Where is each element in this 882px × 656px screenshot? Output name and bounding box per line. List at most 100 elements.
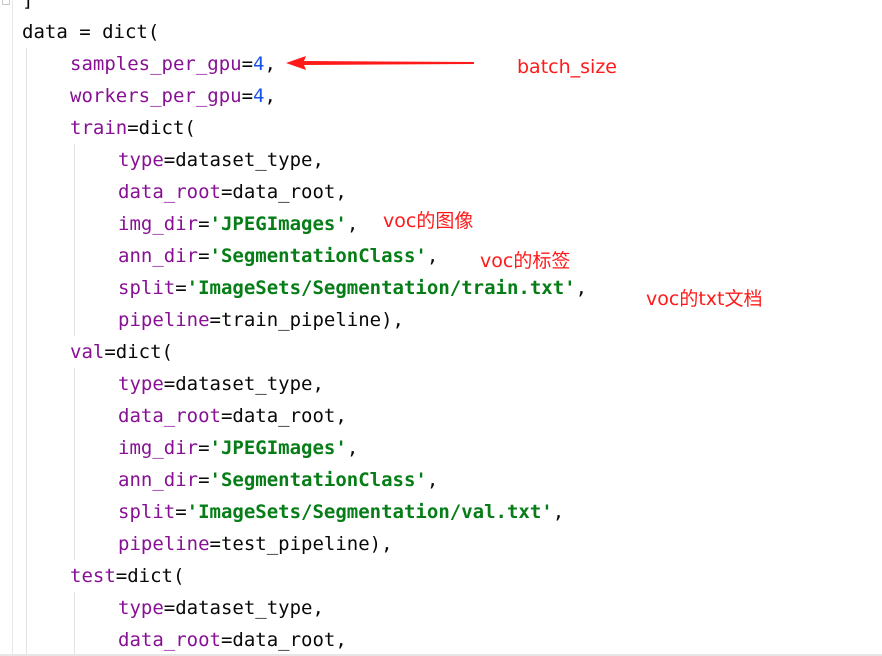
indent-guide — [26, 304, 27, 336]
code-token: data_root — [118, 181, 221, 203]
code-token: =dataset_type, — [163, 373, 324, 395]
code-line[interactable]: workers_per_gpu=4, — [70, 80, 276, 112]
code-token: , — [552, 501, 565, 523]
code-token: pipeline — [118, 309, 210, 331]
code-line[interactable]: data = dict( — [22, 16, 159, 48]
indent-guide — [26, 592, 27, 624]
indent-guide — [26, 272, 27, 304]
annotation-split: voc的txt文档 — [646, 288, 763, 310]
indent-guide — [74, 368, 75, 400]
code-line[interactable]: split='ImageSets/Segmentation/train.txt'… — [118, 272, 587, 304]
code-token: =dict( — [115, 565, 185, 587]
code-line[interactable]: ] — [22, 0, 33, 16]
indent-guide — [74, 208, 75, 240]
indent-guide — [74, 176, 75, 208]
code-token: =test_pipeline), — [209, 533, 393, 555]
code-line[interactable]: pipeline=train_pipeline), — [118, 304, 404, 336]
code-line[interactable]: data_root=data_root, — [118, 176, 347, 208]
code-token: 'ImageSets/Segmentation/val.txt' — [186, 501, 553, 523]
code-token: workers_per_gpu — [70, 85, 242, 107]
code-token: ] — [22, 0, 34, 11]
code-line[interactable]: type=dataset_type, — [118, 592, 324, 624]
code-token: type — [118, 373, 164, 395]
indent-guide — [26, 208, 27, 240]
code-token: , — [575, 277, 588, 299]
code-token: pipeline — [118, 533, 210, 555]
code-token: train — [70, 117, 128, 139]
code-token: =data_root, — [220, 629, 347, 651]
indent-guide — [74, 528, 75, 560]
code-line[interactable]: img_dir='JPEGImages', — [118, 208, 358, 240]
indent-guide — [26, 560, 27, 592]
code-token: 'SegmentationClass' — [209, 469, 427, 491]
indent-guide — [26, 528, 27, 560]
code-token: = — [175, 277, 187, 299]
code-token: = — [241, 53, 254, 75]
code-token: type — [118, 597, 164, 619]
code-token: , — [426, 245, 439, 267]
indent-guide — [26, 496, 27, 528]
code-token: split — [118, 501, 176, 523]
indent-guide — [26, 464, 27, 496]
code-token: data = dict( — [22, 21, 160, 43]
code-token: =dict( — [104, 341, 173, 363]
indent-guide — [74, 592, 75, 624]
code-token: = — [241, 85, 254, 107]
code-line[interactable]: samples_per_gpu=4, — [70, 48, 276, 80]
code-token: test — [70, 565, 116, 587]
code-token: samples_per_gpu — [70, 53, 242, 75]
code-token: 'JPEGImages' — [209, 437, 347, 459]
editor-gutter — [0, 0, 13, 656]
code-token: ann_dir — [118, 245, 199, 267]
code-token: data_root — [118, 405, 221, 427]
code-line[interactable]: type=dataset_type, — [118, 144, 324, 176]
code-line[interactable]: ann_dir='SegmentationClass', — [118, 240, 438, 272]
code-token: =dict( — [127, 117, 196, 139]
fold-marker-icon[interactable] — [2, 0, 10, 5]
code-token: 'JPEGImages' — [209, 213, 347, 235]
code-token: ann_dir — [118, 469, 199, 491]
code-token: =data_root, — [220, 181, 347, 203]
indent-guide — [26, 336, 27, 368]
indent-guide — [26, 240, 27, 272]
code-token: , — [264, 85, 276, 107]
indent-guide — [26, 144, 27, 176]
code-token: =data_root, — [220, 405, 347, 427]
code-token: , — [264, 53, 276, 75]
indent-guide — [74, 400, 75, 432]
indent-guide — [26, 112, 27, 144]
indent-guide — [74, 624, 75, 656]
arrow-icon — [286, 56, 474, 70]
code-token: = — [198, 213, 210, 235]
code-line[interactable]: img_dir='JPEGImages', — [118, 432, 358, 464]
code-token: , — [346, 437, 359, 459]
annotation-ann-dir: voc的标签 — [480, 250, 571, 272]
indent-guide — [26, 368, 27, 400]
code-token: data_root — [118, 629, 221, 651]
code-line[interactable]: pipeline=test_pipeline), — [118, 528, 393, 560]
code-line[interactable]: data_root=data_root, — [118, 624, 347, 656]
indent-guide — [74, 272, 75, 304]
code-line[interactable]: data_root=data_root, — [118, 400, 347, 432]
code-line[interactable]: split='ImageSets/Segmentation/val.txt', — [118, 496, 564, 528]
code-line[interactable]: ann_dir='SegmentationClass', — [118, 464, 438, 496]
code-token: 4 — [253, 85, 265, 107]
code-token: img_dir — [118, 437, 199, 459]
code-token: 'ImageSets/Segmentation/train.txt' — [186, 277, 576, 299]
code-token: split — [118, 277, 176, 299]
code-token: 'SegmentationClass' — [209, 245, 427, 267]
code-line[interactable]: test=dict( — [70, 560, 184, 592]
code-token: =dataset_type, — [163, 149, 324, 171]
indent-guide — [26, 400, 27, 432]
indent-guide — [74, 496, 75, 528]
code-token: = — [198, 469, 210, 491]
indent-guide — [26, 624, 27, 656]
code-token: val — [70, 341, 105, 363]
code-line[interactable]: type=dataset_type, — [118, 368, 324, 400]
annotation-img-dir: voc的图像 — [383, 210, 474, 232]
indent-guide — [74, 240, 75, 272]
code-token: , — [346, 213, 359, 235]
code-line[interactable]: train=dict( — [70, 112, 196, 144]
indent-guide — [26, 432, 27, 464]
code-line[interactable]: val=dict( — [70, 336, 173, 368]
